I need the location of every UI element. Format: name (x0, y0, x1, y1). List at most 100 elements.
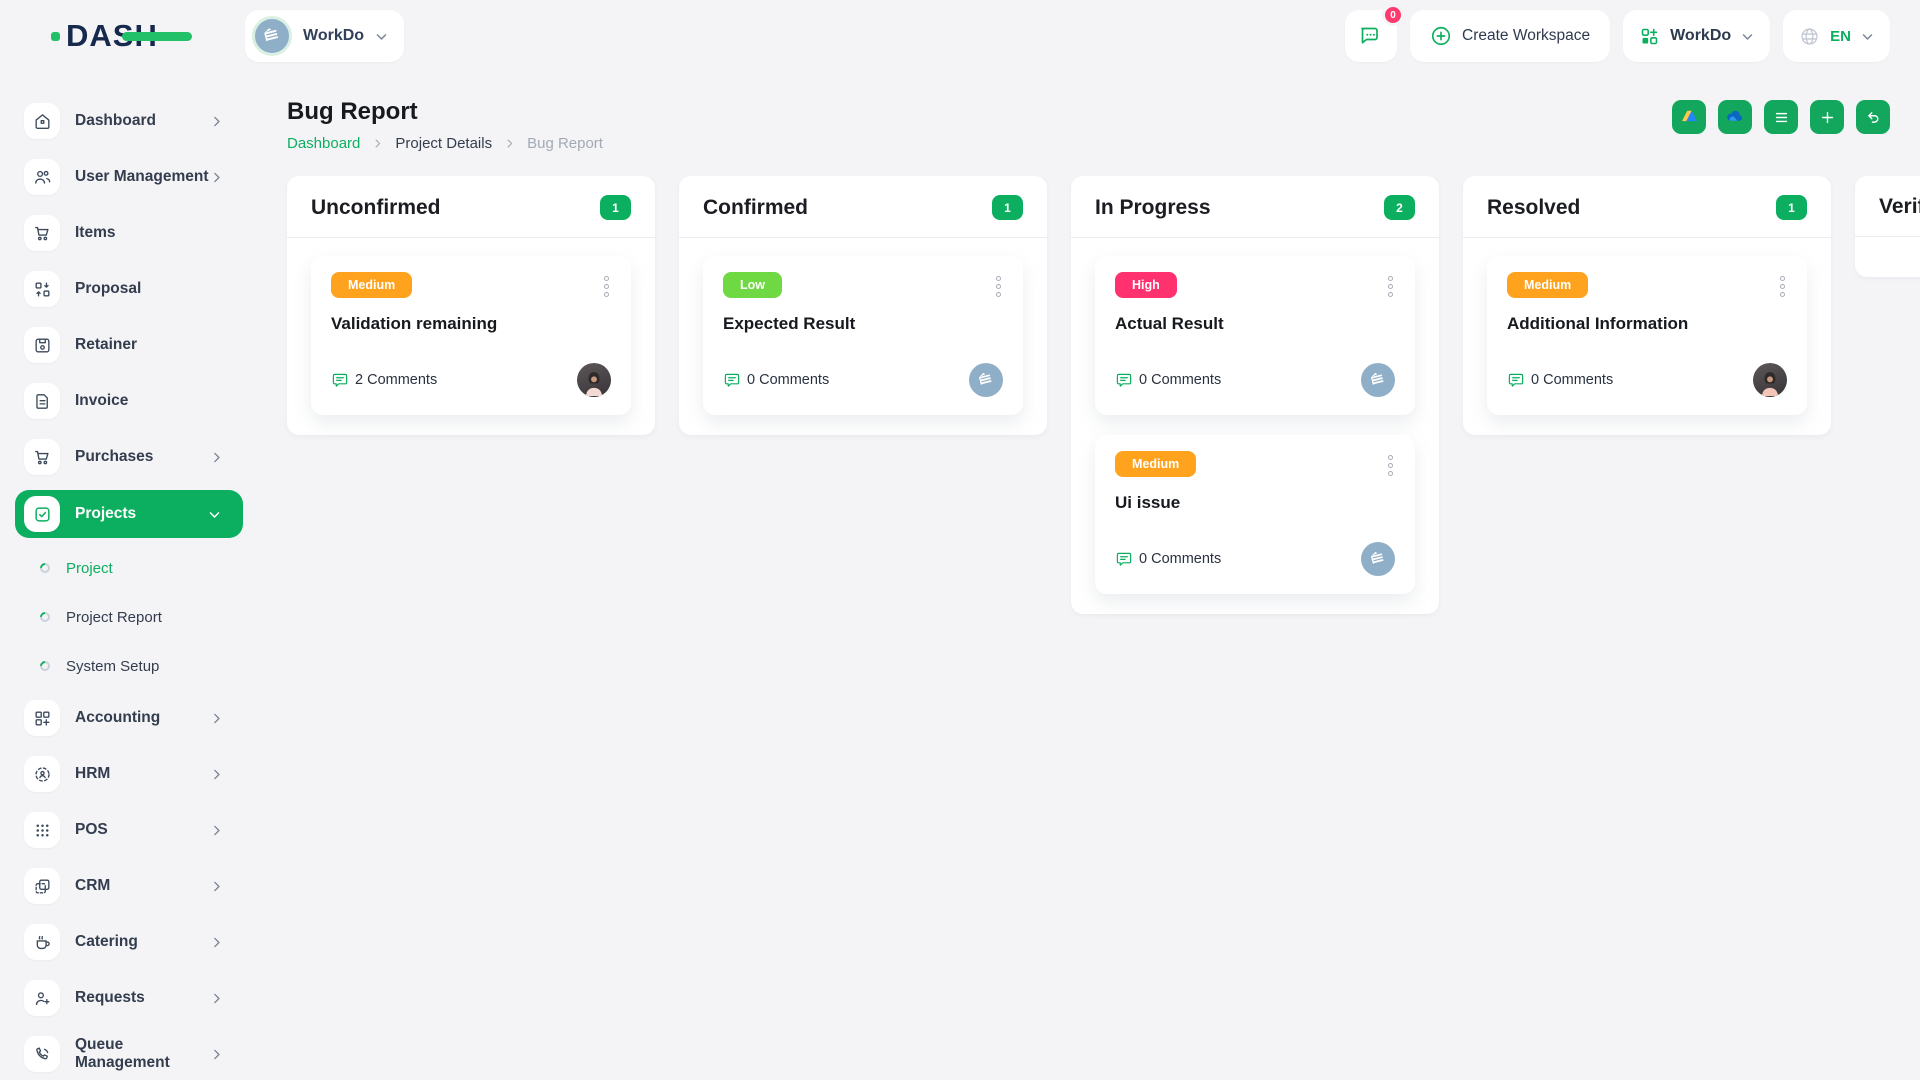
column-count-badge: 1 (600, 195, 631, 220)
assignee-avatar (577, 363, 611, 397)
document-icon (24, 383, 60, 419)
workspace-selector[interactable]: WorkDo (245, 10, 404, 62)
breadcrumb-project-details-link[interactable]: Project Details (395, 135, 492, 152)
globe-icon (1799, 26, 1820, 47)
app-logo[interactable]: DASH (66, 18, 158, 54)
sidebar-item-requests[interactable]: Requests (0, 975, 245, 1021)
chevron-right-icon (210, 936, 223, 949)
chevron-down-icon (1861, 30, 1874, 43)
card-comments: 0 Comments (1507, 371, 1613, 389)
workspace-logo-avatar (1361, 363, 1395, 397)
create-workspace-button[interactable]: Create Workspace (1410, 10, 1610, 62)
priority-badge: Medium (1507, 272, 1588, 298)
kanban-card[interactable]: Low Expected Result 0 Comments (703, 256, 1023, 415)
sidebar-item-catering[interactable]: Catering (0, 919, 245, 965)
language-selector[interactable]: EN (1783, 10, 1890, 62)
list-view-button[interactable] (1764, 100, 1798, 134)
submenu-bullet-icon (38, 659, 52, 673)
sidebar-item-dashboard[interactable]: Dashboard (0, 98, 245, 144)
workspace-menu-button[interactable]: WorkDo (1623, 10, 1770, 62)
sidebar-subitem-system-setup[interactable]: System Setup (0, 646, 245, 686)
card-menu-button[interactable] (1386, 451, 1395, 480)
chevron-right-icon (210, 451, 223, 464)
card-title: Additional Information (1507, 314, 1787, 334)
google-drive-icon (1680, 108, 1699, 127)
google-drive-button[interactable] (1672, 100, 1706, 134)
sidebar-item-hrm[interactable]: HRM (0, 751, 245, 797)
column-count-badge: 1 (992, 195, 1023, 220)
card-menu-button[interactable] (1778, 272, 1787, 301)
sidebar-item-pos[interactable]: POS (0, 807, 245, 853)
breadcrumb-dashboard-link[interactable]: Dashboard (287, 135, 360, 152)
sidebar-item-projects[interactable]: Projects (15, 490, 243, 538)
column-title: Resolved (1487, 196, 1580, 220)
save-icon (24, 327, 60, 363)
chevron-right-icon (210, 824, 223, 837)
kanban-card[interactable]: High Actual Result 0 Comments (1095, 256, 1415, 415)
sidebar-item-retainer[interactable]: Retainer (0, 322, 245, 368)
column-title: Confirmed (703, 196, 808, 220)
kanban-card[interactable]: Medium Validation remaining 2 Comments (311, 256, 631, 415)
chevron-right-icon (210, 115, 223, 128)
home-icon (24, 103, 60, 139)
card-menu-button[interactable] (994, 272, 1003, 301)
comment-icon (1115, 371, 1133, 389)
onedrive-button[interactable] (1718, 100, 1752, 134)
sidebar-item-invoice[interactable]: Invoice (0, 378, 245, 424)
workspace-selector-label: WorkDo (303, 27, 364, 45)
board-toolbar (1672, 100, 1890, 134)
kanban-column-verified: Verified (1855, 176, 1920, 277)
card-title: Actual Result (1115, 314, 1395, 334)
chevron-down-icon (208, 508, 221, 521)
workspace-avatar-building-icon (252, 16, 292, 56)
undo-button[interactable] (1856, 100, 1890, 134)
messages-count-badge: 0 (1382, 4, 1404, 26)
chevron-right-icon (372, 138, 383, 149)
column-count-badge: 1 (1776, 195, 1807, 220)
column-title: Unconfirmed (311, 196, 441, 220)
submenu-bullet-icon (38, 610, 52, 624)
language-label: EN (1830, 28, 1851, 45)
check-square-icon (24, 496, 60, 532)
kanban-card[interactable]: Medium Ui issue 0 Comments (1095, 435, 1415, 594)
grid-add-icon (1639, 26, 1660, 47)
cart-icon (24, 215, 60, 251)
messages-button[interactable]: 0 (1345, 10, 1397, 62)
sidebar-subitem-project-report[interactable]: Project Report (0, 597, 245, 637)
sidebar-item-purchases[interactable]: Purchases (0, 434, 245, 480)
submenu-bullet-icon (38, 561, 52, 575)
sidebar-subitem-project[interactable]: Project (0, 548, 245, 588)
column-count-badge: 2 (1384, 195, 1415, 220)
sidebar-item-crm[interactable]: CRM (0, 863, 245, 909)
card-menu-button[interactable] (602, 272, 611, 301)
add-button[interactable] (1810, 100, 1844, 134)
sidebar-item-queue-management[interactable]: Queue Management (0, 1031, 245, 1077)
sidebar-item-items[interactable]: Items (0, 210, 245, 256)
grid-plus-icon (24, 700, 60, 736)
comment-icon (331, 371, 349, 389)
chevron-right-icon (210, 768, 223, 781)
chevron-right-icon (210, 992, 223, 1005)
chat-icon (1359, 24, 1383, 48)
assignee-avatar (1753, 363, 1787, 397)
list-icon (1773, 109, 1790, 126)
sidebar-item-proposal[interactable]: Proposal (0, 266, 245, 312)
card-menu-button[interactable] (1386, 272, 1395, 301)
sidebar-item-accounting[interactable]: Accounting (0, 695, 245, 741)
person-target-icon (24, 756, 60, 792)
kanban-card[interactable]: Medium Additional Information 0 Comments (1487, 256, 1807, 415)
card-comments: 0 Comments (1115, 371, 1221, 389)
logo-dash-accent (122, 32, 192, 41)
cart-icon (24, 439, 60, 475)
chevron-right-icon (504, 138, 515, 149)
sidebar-navigation: Dashboard User Management Items Proposal… (0, 72, 245, 1080)
column-title: Verified (1879, 195, 1920, 219)
dots-grid-icon (24, 812, 60, 848)
page-title: Bug Report (287, 98, 603, 126)
chevron-down-icon (375, 30, 388, 43)
onedrive-icon (1725, 107, 1745, 127)
plus-icon (1819, 109, 1836, 126)
logo-dot-accent (51, 32, 60, 41)
sidebar-item-user-management[interactable]: User Management (0, 154, 245, 200)
comment-icon (1507, 371, 1525, 389)
